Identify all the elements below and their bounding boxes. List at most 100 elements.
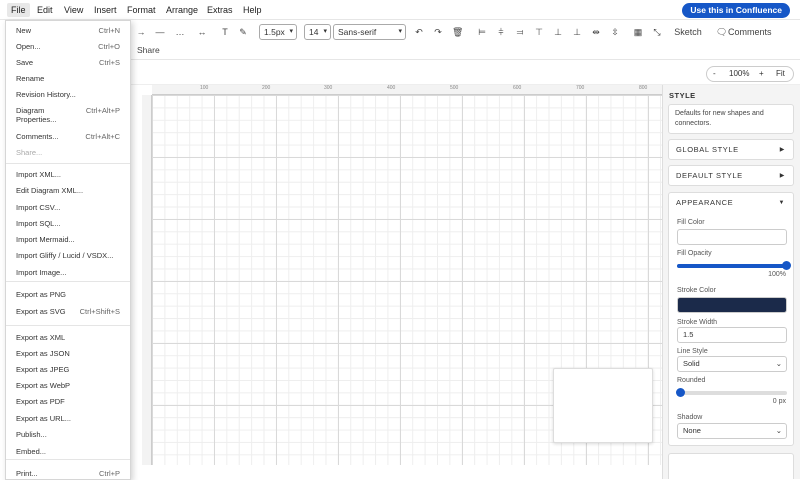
pencil-icon[interactable]: ✎ [238, 25, 248, 39]
align-left-icon[interactable]: ⊨ [477, 25, 487, 39]
file-menu-item-label: Export as PNG [16, 290, 67, 299]
file-menu-item-label: Import Image... [16, 268, 67, 277]
file-menu-item-label: Import SQL... [16, 219, 61, 228]
file-menu-item[interactable]: Embed... [6, 447, 130, 456]
file-menu-item[interactable]: Import Mermaid... [6, 235, 130, 244]
file-menu-item[interactable]: Import CSV... [6, 203, 130, 212]
redo-icon[interactable]: ↷ [433, 25, 443, 39]
file-menu-item[interactable]: Import Gliffy / Lucid / VSDX... [6, 251, 130, 260]
file-menu-item-label: Rename [16, 74, 45, 83]
file-menu-item[interactable]: Edit Diagram XML... [6, 186, 130, 195]
waypoint-straight-icon[interactable]: — [154, 25, 166, 39]
chevron-down-icon: ▼ [778, 200, 785, 206]
shadow-select[interactable]: None ⌄ [677, 423, 787, 439]
share-button[interactable]: Share [137, 45, 160, 55]
distribute-vertical-icon[interactable]: ⇳ [610, 25, 620, 39]
panel-title: STYLE [669, 91, 696, 100]
dashed-line-icon[interactable]: … [174, 25, 186, 39]
file-menu-item[interactable]: Import XML... [6, 170, 130, 179]
file-menu-item-label: Embed... [16, 447, 47, 456]
file-menu-item[interactable]: Export as JPEG [6, 365, 130, 374]
sketch-button[interactable]: Sketch [673, 25, 703, 39]
appearance-header[interactable]: APPEARANCE ▼ [669, 193, 793, 213]
stroke-width-input[interactable]: 1.5 [677, 327, 787, 343]
file-menu-item[interactable]: Export as XML [6, 333, 130, 342]
file-menu-item[interactable]: Export as PDF [6, 397, 130, 406]
file-menu-item[interactable]: Export as JSON [6, 349, 130, 358]
menu-format[interactable]: Format [123, 3, 160, 17]
align-center-icon[interactable]: ⫩ [496, 25, 506, 39]
comment-icon[interactable]: 🗨 [716, 25, 727, 39]
menu-help[interactable]: Help [239, 3, 266, 17]
menubar: File Edit View Insert Format Arrange Ext… [0, 0, 800, 20]
align-right-icon[interactable]: ⫤ [515, 25, 525, 39]
file-menu-item[interactable]: Rename [6, 74, 130, 83]
outline-minimap[interactable] [553, 368, 653, 443]
font-family-value: Sans-serif [338, 27, 377, 37]
file-menu-item[interactable]: Revision History... [6, 90, 130, 99]
file-menu-item[interactable]: Open... Ctrl+O [6, 42, 130, 51]
file-menu-shortcut: Ctrl+N [98, 26, 120, 35]
menu-arrange[interactable]: Arrange [162, 3, 202, 17]
diagram-canvas[interactable]: 100 200 300 400 500 600 700 800 [130, 85, 662, 465]
rounded-knob[interactable] [676, 388, 685, 397]
grid-icon[interactable]: ▦ [633, 25, 643, 39]
line-end-icon[interactable]: ↔ [196, 25, 208, 39]
file-menu-item[interactable]: Export as URL... [6, 414, 130, 423]
menu-extras[interactable]: Extras [203, 3, 237, 17]
file-menu-item-label: Import XML... [16, 170, 62, 179]
zoom-fit-button[interactable]: Fit [776, 67, 785, 81]
stroke-color-swatch[interactable] [677, 297, 787, 313]
align-top-icon[interactable]: ⊤ [534, 25, 544, 39]
align-bottom-icon[interactable]: ⊥ [572, 25, 582, 39]
file-menu-item[interactable]: Import SQL... [6, 219, 130, 228]
font-size-select[interactable]: 14 ▾ [304, 24, 331, 40]
file-menu-item[interactable]: Export as PNG [6, 290, 130, 299]
next-section [668, 453, 794, 479]
file-menu-item[interactable]: Export as WebP [6, 381, 130, 390]
global-style-label: GLOBAL STYLE [676, 145, 739, 154]
align-middle-icon[interactable]: ⊥ [553, 25, 563, 39]
use-in-confluence-button[interactable]: Use this in Confluence [682, 3, 790, 18]
file-menu-item-label: Publish... [16, 430, 47, 439]
text-icon[interactable]: T [220, 25, 230, 39]
menu-file[interactable]: File [7, 3, 30, 17]
sketch-toggle-icon[interactable]: ⤡ [652, 25, 662, 39]
file-menu-item[interactable]: Comments... Ctrl+Alt+C [6, 132, 130, 141]
default-style-section[interactable]: DEFAULT STYLE ▶ [668, 165, 794, 186]
file-menu-item-label: Export as WebP [16, 381, 71, 390]
zoom-in-button[interactable]: + [759, 67, 764, 81]
distribute-horizontal-icon[interactable]: ⇹ [591, 25, 601, 39]
line-style-select[interactable]: Solid ⌄ [677, 356, 787, 372]
file-menu-item-label: Export as SVG [16, 307, 66, 316]
menu-insert[interactable]: Insert [90, 3, 121, 17]
connection-arrow-icon[interactable]: → [136, 25, 146, 39]
file-menu-item[interactable]: Import Image... [6, 268, 130, 277]
file-menu-item[interactable]: Save Ctrl+S [6, 58, 130, 67]
zoom-level[interactable]: 100% [729, 67, 749, 81]
fill-opacity-knob[interactable] [782, 261, 791, 270]
menu-view[interactable]: View [60, 3, 87, 17]
file-menu-item[interactable]: New Ctrl+N [6, 26, 130, 35]
rounded-slider[interactable] [676, 388, 787, 397]
global-style-section[interactable]: GLOBAL STYLE ▶ [668, 139, 794, 160]
zoom-out-button[interactable]: - [713, 67, 716, 81]
font-family-select[interactable]: Sans-serif ▾ [333, 24, 406, 40]
file-menu-item[interactable]: Export as SVG Ctrl+Shift+S [6, 307, 130, 316]
menu-edit[interactable]: Edit [33, 3, 57, 17]
rounded-label: Rounded [677, 377, 706, 384]
stroke-width-select[interactable]: 1.5px ▾ [259, 24, 297, 40]
delete-icon[interactable]: 🗑 [452, 25, 463, 39]
fill-opacity-slider[interactable] [677, 261, 791, 270]
undo-icon[interactable]: ↶ [414, 25, 424, 39]
file-menu-item-label: Export as JPEG [16, 365, 70, 374]
file-menu-item-label: Export as XML [16, 333, 66, 342]
fill-color-swatch[interactable] [677, 229, 787, 245]
file-menu-item-label: Import CSV... [16, 203, 61, 212]
file-menu-item[interactable]: Diagram Properties... Ctrl+Alt+P [6, 106, 130, 124]
comments-button[interactable]: Comments [728, 25, 772, 39]
file-menu-item-label: Open... [16, 42, 41, 51]
file-menu-item[interactable]: Publish... [6, 430, 130, 439]
ruler-tick: 200 [262, 85, 271, 91]
file-menu-item[interactable]: Print... Ctrl+P [6, 469, 130, 478]
